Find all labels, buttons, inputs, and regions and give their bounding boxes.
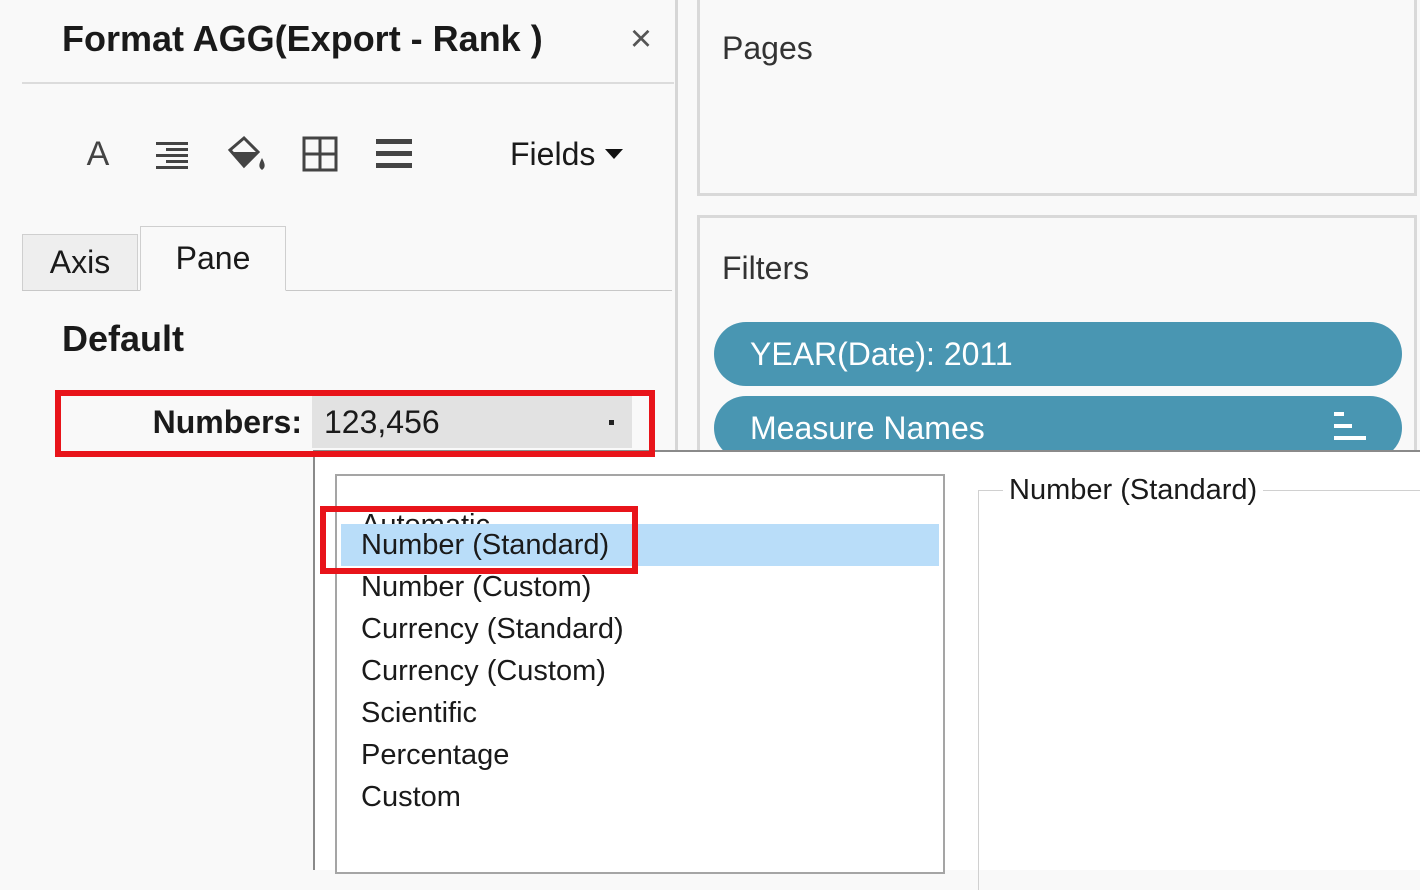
- format-option-number-standard[interactable]: Number (Standard): [341, 524, 939, 566]
- format-option-number-custom[interactable]: Number (Custom): [341, 566, 939, 608]
- format-option-scientific[interactable]: Scientific: [341, 692, 939, 734]
- dropdown-caret-icon: [609, 420, 614, 425]
- filter-pill-label: YEAR(Date): 2011: [750, 335, 1013, 372]
- format-type-listbox[interactable]: Automatic Number (Standard) Number (Cust…: [335, 474, 945, 874]
- format-option-currency-custom[interactable]: Currency (Custom): [341, 650, 939, 692]
- format-preview-group: [978, 490, 1420, 890]
- number-format-popup: Automatic Number (Standard) Number (Cust…: [313, 450, 1420, 890]
- chevron-down-icon: [605, 149, 624, 159]
- tab-axis[interactable]: Axis: [22, 234, 138, 290]
- fields-dropdown[interactable]: Fields: [510, 132, 624, 176]
- filter-pill-label: Measure Names: [750, 409, 985, 446]
- numbers-format-select[interactable]: 123,456: [312, 396, 632, 448]
- tab-pane[interactable]: Pane: [140, 226, 286, 291]
- numbers-format-value: 123,456: [324, 403, 440, 440]
- fields-dropdown-label: Fields: [510, 135, 596, 172]
- pages-shelf-title: Pages: [722, 30, 813, 66]
- section-title: Default: [62, 318, 185, 359]
- font-icon-glyph: A: [86, 134, 110, 173]
- sort-icon: [1334, 410, 1366, 452]
- borders-icon[interactable]: [298, 132, 342, 176]
- alignment-icon[interactable]: [150, 132, 194, 176]
- shading-icon[interactable]: [224, 132, 268, 176]
- numbers-label: Numbers:: [152, 403, 302, 440]
- filters-shelf-title: Filters: [722, 250, 810, 286]
- format-tabs: Axis Pane: [22, 226, 672, 291]
- format-option-custom[interactable]: Custom: [341, 776, 939, 818]
- format-option-percentage[interactable]: Percentage: [341, 734, 939, 776]
- numbers-format-row: Numbers: 123,456: [58, 392, 654, 452]
- close-button[interactable]: ×: [626, 20, 656, 60]
- lines-icon[interactable]: [372, 132, 416, 176]
- format-preview-title: Number (Standard): [1003, 474, 1264, 507]
- format-pane-header: Format AGG(Export - Rank ) ×: [22, 0, 674, 84]
- filter-pill-year[interactable]: YEAR(Date): 2011: [714, 322, 1402, 386]
- format-pane-title: Format AGG(Export - Rank ): [62, 18, 543, 59]
- font-icon[interactable]: A: [76, 132, 120, 176]
- filters-shelf[interactable]: Filters YEAR(Date): 2011 Measure Names: [697, 215, 1417, 475]
- format-toolbar: A Fields: [22, 110, 674, 190]
- pages-shelf[interactable]: Pages: [697, 0, 1417, 196]
- format-option-currency-standard[interactable]: Currency (Standard): [341, 608, 939, 650]
